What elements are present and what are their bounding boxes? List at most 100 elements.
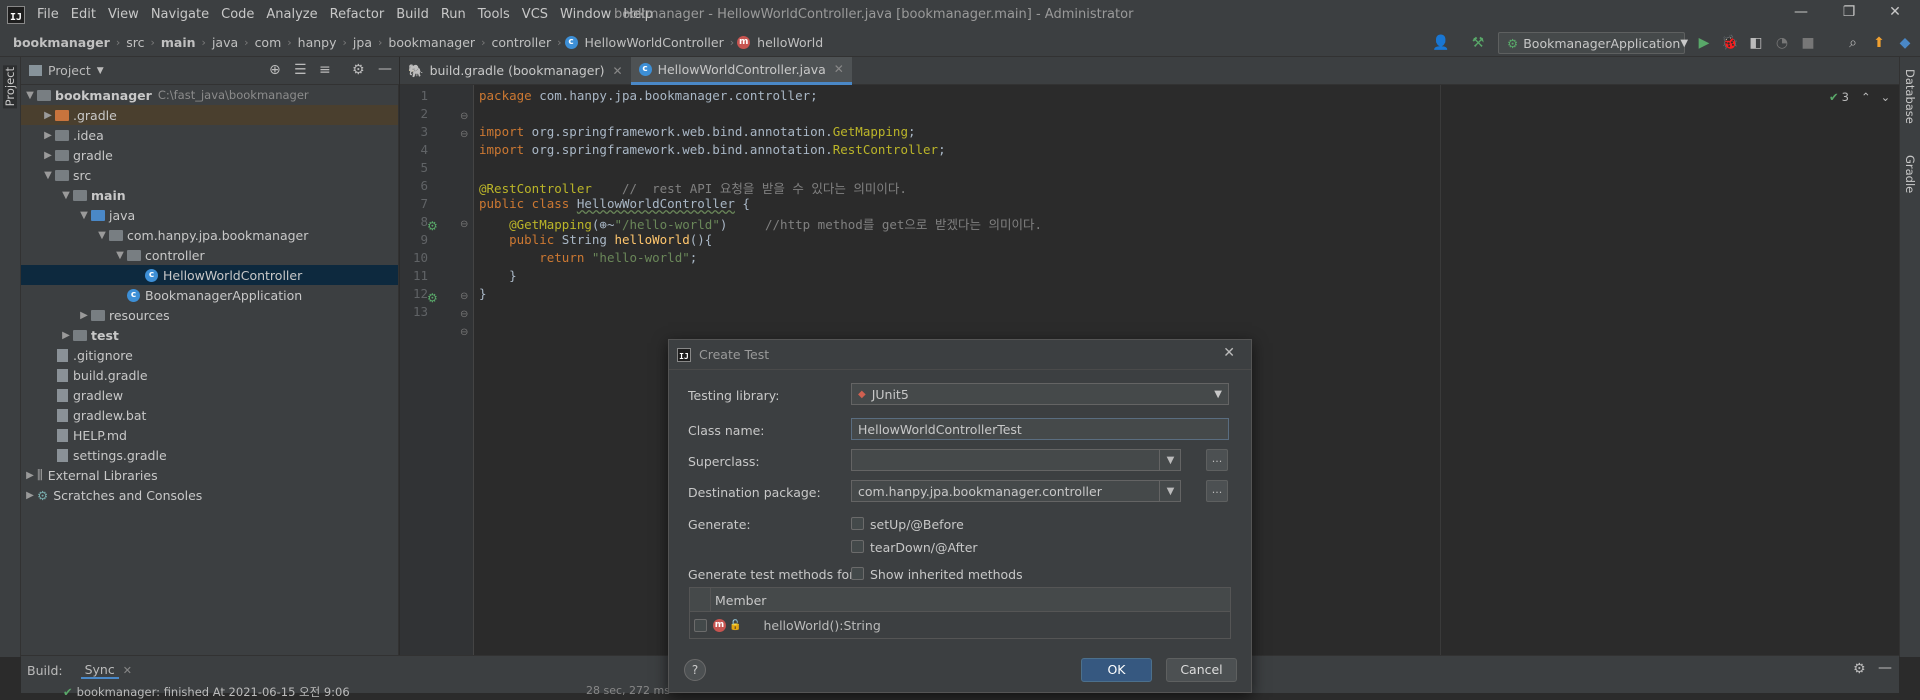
breadcrumb-item[interactable]: hanpy — [295, 35, 340, 50]
breadcrumb-item[interactable]: src — [123, 35, 147, 50]
gradle-tool-tab[interactable]: Gradle — [1903, 155, 1917, 193]
tree-item[interactable]: HELP.md — [41, 425, 398, 445]
close-icon[interactable]: ✕ — [834, 62, 844, 76]
build-hammer-icon[interactable]: ⚒ — [1465, 32, 1491, 54]
coverage-icon[interactable]: ◧ — [1743, 32, 1769, 54]
breadcrumb-item[interactable]: java — [209, 35, 241, 50]
tree-item[interactable]: ▶ ⚙ Scratches and Consoles — [23, 485, 398, 505]
chevron-right-icon[interactable]: ▶ — [41, 130, 55, 141]
chevron-down-icon[interactable]: ▼ — [59, 190, 73, 201]
menu-tools[interactable]: Tools — [472, 7, 516, 22]
chevron-down-icon[interactable]: ▼ — [97, 66, 104, 76]
tree-item[interactable]: settings.gradle — [41, 445, 398, 465]
tree-item[interactable]: ▼ src — [41, 165, 398, 185]
chevron-down-icon[interactable]: ▼ — [23, 90, 37, 101]
ok-button[interactable]: OK — [1081, 658, 1152, 682]
inspection-widget[interactable]: ✔ 3 ⌃ ⌄ — [1829, 90, 1890, 104]
tab-build-gradle[interactable]: 🐘 build.gradle (bookmanager) ✕ — [400, 57, 631, 85]
setup-checkbox[interactable] — [851, 517, 864, 530]
chevron-down-icon[interactable]: ▼ — [95, 230, 109, 241]
fold-icon[interactable]: ⊖ — [460, 219, 468, 230]
tree-item[interactable]: ▼ com.hanpy.jpa.bookmanager — [95, 225, 398, 245]
locate-icon[interactable]: ⊕ — [269, 62, 281, 78]
breadcrumb-item[interactable]: com — [252, 35, 285, 50]
restore-icon[interactable]: ❐ — [1826, 4, 1872, 26]
hide-panel-icon[interactable]: — — [378, 61, 392, 77]
tree-item[interactable]: ▼ main — [59, 185, 398, 205]
tree-item[interactable]: c HellowWorldController — [21, 265, 398, 285]
chevron-right-icon[interactable]: ▶ — [41, 110, 55, 121]
tree-item[interactable]: c BookmanagerApplication — [113, 285, 398, 305]
menu-vcs[interactable]: VCS — [516, 7, 554, 22]
tree-item[interactable]: ▼ controller — [113, 245, 398, 265]
tree-item[interactable]: ▶ gradle — [41, 145, 398, 165]
superclass-browse-button[interactable]: ... — [1206, 449, 1228, 471]
chevron-down-icon[interactable]: ▼ — [1159, 449, 1181, 471]
menu-window[interactable]: Window — [554, 7, 617, 22]
tree-item[interactable]: ▶ .gradle — [21, 105, 398, 125]
fold-icon[interactable]: ⊖ — [460, 129, 468, 140]
breadcrumb-item[interactable]: helloWorld — [754, 35, 826, 50]
menu-refactor[interactable]: Refactor — [324, 7, 391, 22]
tree-item[interactable]: ▼ java — [77, 205, 398, 225]
profile-icon[interactable]: ◔ — [1769, 32, 1795, 54]
chevron-down-icon[interactable]: ⌄ — [1881, 90, 1891, 104]
breadcrumb-item[interactable]: jpa — [350, 35, 375, 50]
debug-icon[interactable]: 🐞 — [1717, 32, 1743, 54]
fold-icon[interactable]: ⊖ — [460, 111, 468, 122]
project-view-select[interactable]: Project — [48, 63, 91, 78]
tab-sync[interactable]: Sync — [80, 662, 119, 679]
hide-panel-icon[interactable]: — — [1878, 660, 1892, 676]
fold-icon[interactable]: ⊖ — [460, 327, 468, 338]
search-icon[interactable]: ⌕ — [1840, 32, 1866, 54]
gear-icon[interactable]: ⚙ — [352, 62, 365, 78]
chevron-down-icon[interactable]: ▼ — [113, 250, 127, 261]
menu-build[interactable]: Build — [390, 7, 435, 22]
tree-item[interactable]: ▶ resources — [77, 305, 398, 325]
tree-item[interactable]: gradlew.bat — [41, 405, 398, 425]
breadcrumb-item[interactable]: HellowWorldController — [582, 35, 727, 50]
show-inherited-checkbox[interactable] — [851, 567, 864, 580]
chevron-right-icon[interactable]: ▶ — [41, 150, 55, 161]
chevron-up-icon[interactable]: ⌃ — [1861, 90, 1871, 104]
spring-mapping-icon[interactable]: ⚙ — [427, 291, 438, 305]
menu-view[interactable]: View — [102, 7, 145, 22]
breadcrumb-item[interactable]: main — [158, 35, 199, 50]
expand-all-icon[interactable]: ☰ — [294, 62, 307, 78]
close-icon[interactable]: ✕ — [123, 664, 132, 677]
project-tool-tab[interactable]: Project — [3, 65, 17, 109]
tree-item[interactable]: .gitignore — [41, 345, 398, 365]
tree-item[interactable]: ▶ test — [59, 325, 398, 345]
menu-analyze[interactable]: Analyze — [260, 7, 323, 22]
tree-item[interactable]: gradlew — [41, 385, 398, 405]
database-tool-tab[interactable]: Database — [1903, 69, 1917, 124]
member-checkbox[interactable] — [694, 619, 707, 632]
spring-bean-icon[interactable]: ⚙ — [427, 219, 438, 233]
tree-item[interactable]: ▼ bookmanager C:\fast_java\bookmanager — [23, 85, 398, 105]
tree-item[interactable]: ▶ ⫼ External Libraries — [23, 465, 398, 485]
chevron-down-icon[interactable]: ▼ — [77, 210, 91, 221]
close-icon[interactable]: ✕ — [613, 64, 623, 78]
breadcrumb-item[interactable]: bookmanager — [385, 35, 478, 50]
chevron-down-icon[interactable]: ▼ — [41, 170, 55, 181]
ide-features-icon[interactable]: ◆ — [1892, 32, 1918, 54]
minimize-icon[interactable]: — — [1778, 4, 1824, 26]
destination-package-browse-button[interactable]: ... — [1206, 480, 1228, 502]
superclass-input[interactable] — [851, 449, 1181, 471]
cancel-button[interactable]: Cancel — [1166, 658, 1237, 682]
menu-edit[interactable]: Edit — [65, 7, 102, 22]
breadcrumb-item[interactable]: controller — [488, 35, 554, 50]
tree-item[interactable]: build.gradle — [41, 365, 398, 385]
run-icon[interactable]: ▶ — [1691, 32, 1717, 54]
breadcrumb-item[interactable]: bookmanager — [10, 35, 113, 50]
stop-icon[interactable]: ■ — [1795, 32, 1821, 54]
tab-hellow-world-controller[interactable]: c HellowWorldController.java ✕ — [630, 56, 852, 85]
chevron-down-icon[interactable]: ▼ — [1159, 480, 1181, 502]
class-name-input[interactable]: HellowWorldControllerTest — [851, 418, 1229, 440]
run-configuration-select[interactable]: ⚙ BookmanagerApplication ▼ — [1498, 32, 1688, 54]
close-window-icon[interactable]: ✕ — [1872, 4, 1918, 26]
table-row[interactable]: m 🔓 helloWorld():String — [690, 613, 1230, 638]
chevron-right-icon[interactable]: ▶ — [23, 490, 37, 501]
chevron-right-icon[interactable]: ▶ — [59, 330, 73, 341]
testing-library-select[interactable]: ◆ JUnit5 ▼ — [851, 383, 1229, 405]
